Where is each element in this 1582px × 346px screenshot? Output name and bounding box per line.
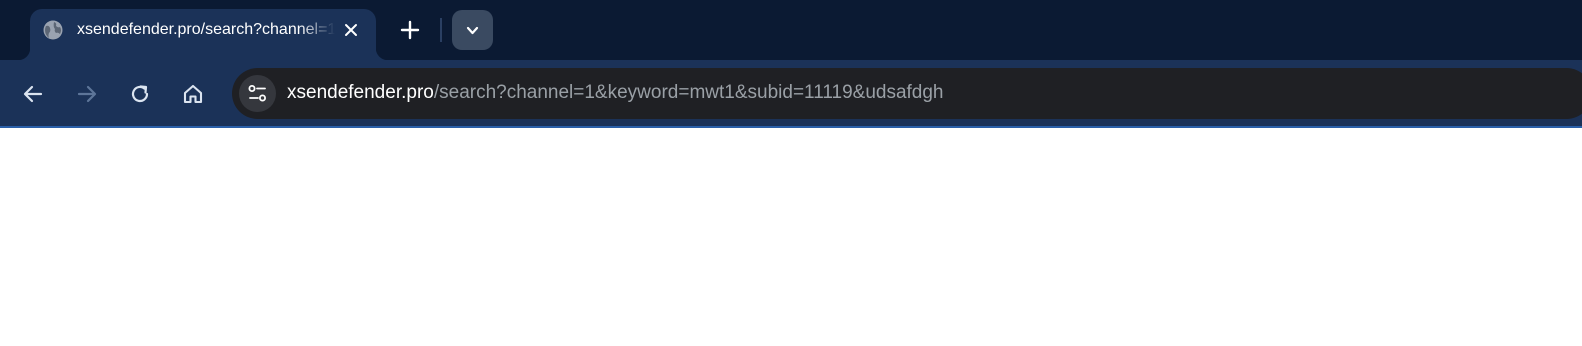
- address-bar[interactable]: xsendefender.pro/search?channel=1&keywor…: [232, 68, 1582, 119]
- arrow-left-icon[interactable]: [20, 81, 46, 107]
- home-icon[interactable]: [180, 81, 206, 107]
- tab-active[interactable]: xsendefender.pro/search?channel=1&keywor…: [18, 9, 388, 60]
- tab-search-button[interactable]: [452, 10, 493, 50]
- tab-strip: xsendefender.pro/search?channel=1&keywor…: [0, 0, 1582, 60]
- url-host: xsendefender.pro: [287, 82, 434, 103]
- plus-icon[interactable]: [397, 17, 423, 43]
- globe-icon: [43, 20, 63, 40]
- toolbar: xsendefender.pro/search?channel=1&keywor…: [0, 60, 1582, 128]
- site-info-button[interactable]: [239, 75, 276, 112]
- reload-icon[interactable]: [127, 81, 153, 107]
- arrow-right-icon[interactable]: [74, 81, 100, 107]
- tab-strip-divider: [440, 18, 442, 42]
- close-icon[interactable]: [341, 20, 361, 40]
- page-content: [0, 130, 1582, 346]
- tab-title: xsendefender.pro/search?channel=1&keywor…: [77, 21, 335, 38]
- chevron-down-icon: [466, 26, 479, 35]
- url-text[interactable]: xsendefender.pro/search?channel=1&keywor…: [287, 82, 944, 104]
- tune-icon: [248, 85, 266, 102]
- url-path: /search?channel=1&keyword=mwt1&subid=111…: [433, 82, 944, 103]
